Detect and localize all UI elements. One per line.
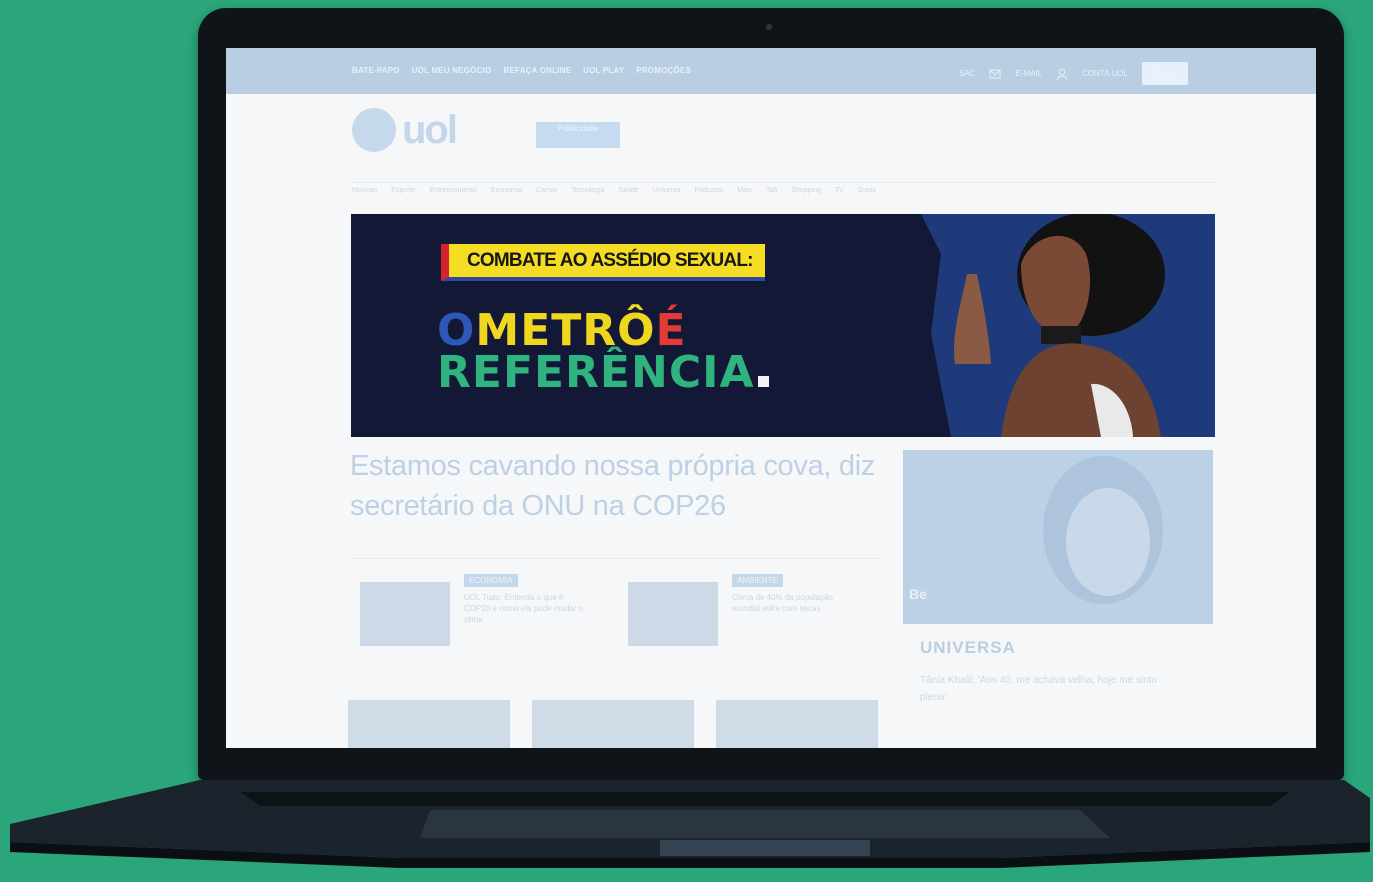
- ad-box-label: Publicidade: [557, 124, 599, 133]
- subscribe-button[interactable]: ASSINE: [1141, 62, 1188, 85]
- news-card-image: [360, 582, 450, 646]
- webcam: [766, 24, 772, 30]
- account-link[interactable]: CONTA UOL: [1082, 69, 1128, 78]
- menu-item[interactable]: Shopping: [791, 187, 821, 199]
- top-nav-link[interactable]: PROMOÇÕES: [636, 66, 691, 75]
- menu-item[interactable]: Notícias: [352, 187, 377, 199]
- menu-item[interactable]: Carros: [536, 187, 557, 199]
- thumbnail[interactable]: [532, 700, 694, 748]
- laptop-base: [10, 780, 1370, 868]
- news-card[interactable]: ECONOMIA UOL Tudo: Entenda o que é COP26…: [350, 572, 590, 652]
- universa-text[interactable]: Tânia Khalil: 'Aos 40, me achava velha; …: [920, 672, 1180, 706]
- news-card[interactable]: AMBIENTE Cerca de 40% da população mundi…: [618, 572, 858, 652]
- thumbnail-row: [348, 700, 878, 748]
- top-nav-links: BATE-PAPO UOL MEU NEGÓCIO REFAÇA ONLINE …: [352, 66, 691, 75]
- browser-screen: BATE-PAPO UOL MEU NEGÓCIO REFAÇA ONLINE …: [226, 48, 1316, 748]
- mail-icon: [989, 69, 1001, 78]
- user-icon: [1056, 68, 1068, 80]
- thumbnail[interactable]: [716, 700, 878, 748]
- news-card-text: UOL Tudo: Entenda o que é COP26 e como e…: [464, 593, 584, 624]
- sac-link[interactable]: SAC: [959, 69, 975, 78]
- banner-referencia: REFERÊNCIA: [437, 347, 755, 398]
- menu-item[interactable]: Podcasts: [694, 187, 723, 199]
- divider: [350, 558, 882, 559]
- menu-item[interactable]: Entretenimento: [429, 187, 476, 199]
- thumbnail[interactable]: [348, 700, 510, 748]
- menu-item[interactable]: Saúde: [619, 187, 639, 199]
- banner-tag: COMBATE AO ASSÉDIO SEXUAL:: [441, 244, 765, 281]
- news-card-tag: ECONOMIA: [464, 574, 518, 587]
- section-menu: Notícias Esporte Entretenimento Economia…: [352, 182, 1216, 199]
- top-nav-right: SAC E-MAIL CONTA UOL ASSINE: [959, 62, 1188, 85]
- ad-banner[interactable]: COMBATE AO ASSÉDIO SEXUAL: OMETRÔÉ REFER…: [351, 214, 1215, 437]
- banner-headline: OMETRÔÉ REFERÊNCIA: [437, 309, 769, 395]
- photo-scene: BATE-PAPO UOL MEU NEGÓCIO REFAÇA ONLINE …: [0, 0, 1373, 882]
- banner-dot: [757, 376, 769, 387]
- news-card-tag: AMBIENTE: [732, 574, 783, 587]
- menu-item[interactable]: Universa: [653, 187, 681, 199]
- menu-item[interactable]: Economia: [491, 187, 522, 199]
- news-card-text: Cerca de 40% da população mundial sofre …: [732, 593, 833, 613]
- woman-praying-image: [921, 214, 1215, 437]
- menu-item[interactable]: Tecnologia: [571, 187, 604, 199]
- email-link[interactable]: E-MAIL: [1015, 69, 1042, 78]
- menu-item[interactable]: Tab: [766, 187, 777, 199]
- uol-logo-text: uol: [402, 107, 458, 152]
- menu-item[interactable]: TV: [835, 187, 844, 199]
- featured-image[interactable]: Be: [903, 450, 1213, 624]
- feature-badge: Be: [909, 586, 927, 602]
- top-nav-link[interactable]: REFAÇA ONLINE: [503, 66, 571, 75]
- ad-box[interactable]: Publicidade: [536, 122, 620, 148]
- top-navigation-bar: BATE-PAPO UOL MEU NEGÓCIO REFAÇA ONLINE …: [226, 48, 1316, 94]
- news-card-image: [628, 582, 718, 646]
- top-nav-link[interactable]: BATE-PAPO: [352, 66, 400, 75]
- woman-portrait-image: [1043, 456, 1163, 604]
- top-nav-link[interactable]: UOL MEU NEGÓCIO: [412, 66, 492, 75]
- menu-item[interactable]: Esporte: [391, 187, 415, 199]
- menu-item[interactable]: Mais: [737, 187, 752, 199]
- menu-item[interactable]: Guias: [858, 187, 876, 199]
- main-headline[interactable]: Estamos cavando nossa própria cova, diz …: [350, 446, 890, 526]
- uol-logo[interactable]: uol: [352, 107, 458, 152]
- universa-title[interactable]: UNIVERSA: [920, 638, 1016, 658]
- banner-tag-text: COMBATE AO ASSÉDIO SEXUAL:: [467, 249, 753, 271]
- top-nav-link[interactable]: UOL PLAY: [583, 66, 624, 75]
- uol-logo-circle: [352, 108, 396, 152]
